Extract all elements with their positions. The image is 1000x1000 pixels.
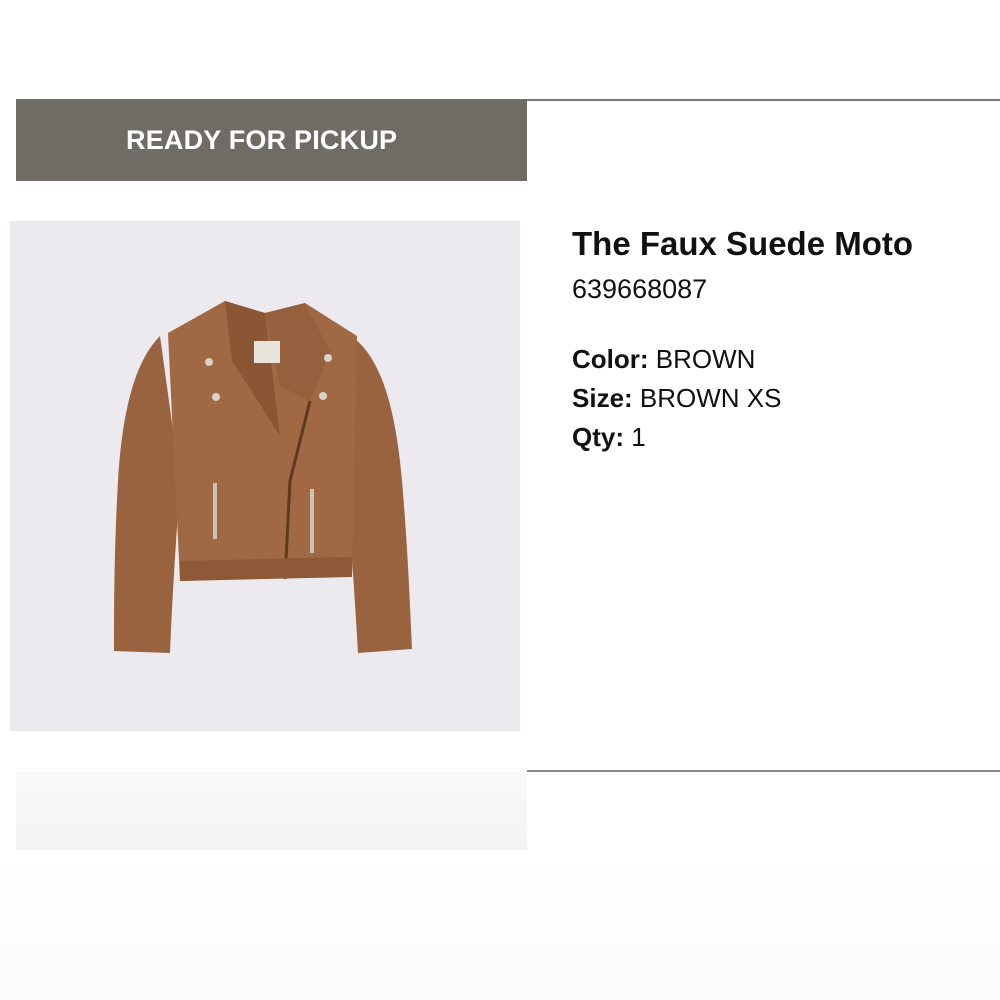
faded-next-item — [0, 850, 1000, 1000]
product-name[interactable]: The Faux Suede Moto — [572, 224, 992, 264]
order-item-page: READY FOR PICKUP The Faux Suede Moto 639… — [0, 0, 1000, 1000]
attribute-label: Size: — [572, 383, 633, 413]
product-sku: 639668087 — [572, 274, 708, 304]
attribute-color: Color: BROWN — [572, 340, 992, 379]
attribute-value: BROWN XS — [639, 383, 782, 413]
attribute-size: Size: BROWN XS — [572, 379, 992, 418]
top-divider — [527, 99, 1000, 101]
attribute-qty: Qty: 1 — [572, 418, 992, 457]
bottom-divider — [527, 770, 1000, 772]
attribute-value: 1 — [631, 422, 646, 452]
jacket-image — [10, 221, 520, 731]
faded-next-banner — [16, 772, 527, 850]
status-text: READY FOR PICKUP — [126, 124, 398, 155]
attribute-value: BROWN — [655, 344, 756, 374]
product-details: The Faux Suede Moto 639668087 Color: BRO… — [572, 224, 992, 457]
attribute-label: Color: — [572, 344, 649, 374]
attribute-label: Qty: — [572, 422, 624, 452]
attribute-list: Color: BROWN Size: BROWN XS Qty: 1 — [572, 340, 992, 457]
status-banner: READY FOR PICKUP — [16, 99, 527, 181]
product-image[interactable] — [10, 221, 520, 731]
